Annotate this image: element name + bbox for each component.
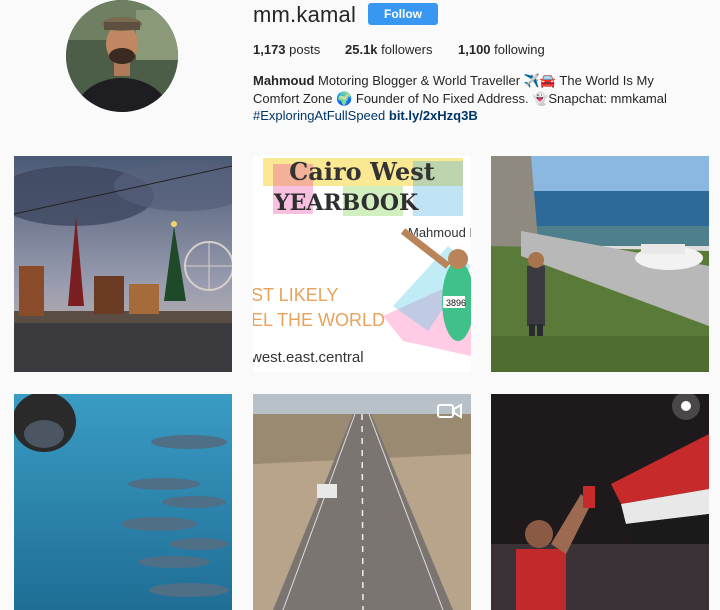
yearbook-person: Mahmoud I — [408, 225, 471, 240]
post-coastal-road[interactable] — [491, 156, 709, 372]
post-christmas-market[interactable] — [14, 156, 232, 372]
yearbook-url: west.east.central — [253, 349, 364, 366]
video-camera-icon — [437, 403, 462, 419]
bio-hashtag-link[interactable]: #ExploringAtFullSpeed — [253, 108, 385, 123]
bio-external-link[interactable]: bit.ly/2xHzq3B — [389, 108, 478, 123]
bio-text: Motoring Blogger & World Traveller ✈️🚘 T… — [253, 73, 667, 106]
yearbook-line-2: EL THE WORLD — [253, 310, 385, 330]
bio-name: Mahmoud — [253, 73, 315, 88]
yearbook-title-1: Cairo West — [289, 157, 435, 186]
followers-count: 25.1k — [345, 42, 378, 57]
following-stat[interactable]: 1,100 following — [458, 42, 545, 57]
yearbook-title-2: YEARBOOK — [273, 190, 419, 216]
followers-stat[interactable]: 25.1k followers — [345, 42, 432, 57]
follow-button[interactable]: Follow — [368, 3, 438, 25]
post-cairo-west-yearbook[interactable]: Cairo West YEARBOOK Mahmoud I 3896 ST LI… — [253, 156, 471, 372]
yearbook-line-1: ST LIKELY — [253, 285, 338, 305]
race-bib: 3896 — [446, 298, 466, 308]
profile-avatar[interactable] — [66, 0, 178, 112]
post-dolphins[interactable] — [14, 394, 232, 610]
post-night-flag[interactable] — [491, 394, 709, 610]
posts-stat: 1,173 posts — [253, 42, 320, 57]
posts-count: 1,173 — [253, 42, 286, 57]
following-label: following — [494, 42, 545, 57]
profile-username: mm.kamal — [253, 2, 357, 27]
profile-bio: Mahmoud Motoring Blogger & World Travell… — [253, 72, 693, 125]
followers-label: followers — [381, 42, 433, 57]
posts-label: posts — [289, 42, 321, 57]
following-count: 1,100 — [458, 42, 491, 57]
post-desert-highway[interactable] — [253, 394, 471, 610]
